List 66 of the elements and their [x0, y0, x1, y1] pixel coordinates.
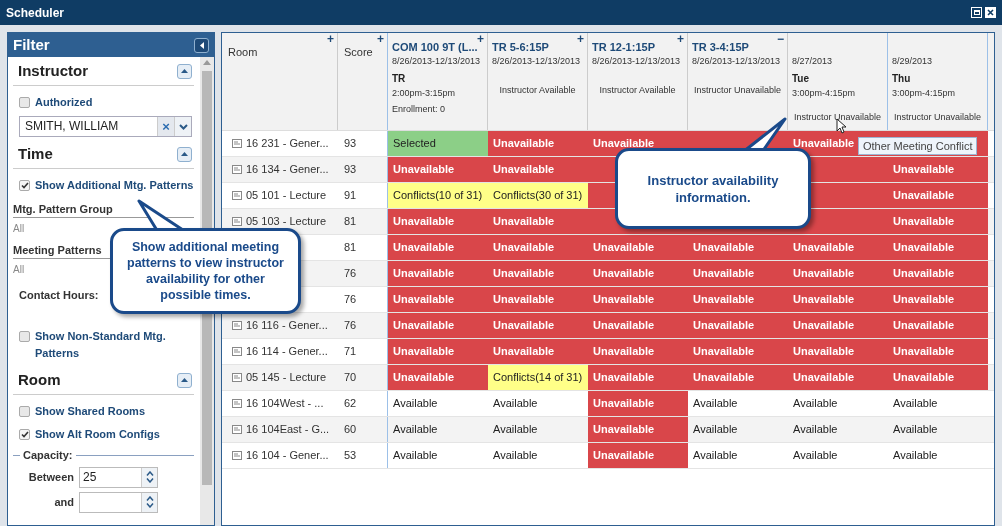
meeting-days: Thu: [892, 71, 911, 87]
room-name: 16 116 - Gener...: [246, 318, 328, 334]
room-name: 16 104East - G...: [246, 422, 330, 438]
header-label: Room: [228, 46, 258, 58]
availability-note: Instructor Unavailable: [793, 110, 881, 124]
date-range: 8/26/2013-12/13/2013: [492, 55, 581, 68]
room-name: 16 114 - Gener...: [246, 344, 328, 360]
checkbox-label: Show Shared Rooms: [35, 404, 146, 419]
section-title: Time: [18, 143, 53, 164]
tooltip: Other Meeting Conflict: [858, 137, 978, 155]
header-label: Score: [344, 46, 373, 58]
column-title: TR 12-1:15P: [592, 40, 655, 55]
date-range: 8/27/2013: [792, 55, 833, 68]
date-range: 8/26/2013-12/13/2013: [592, 55, 681, 68]
score: 60: [344, 422, 357, 438]
room-name: 05 103 - Lecture: [246, 214, 327, 230]
score: 70: [344, 370, 357, 386]
room-name: 16 134 - Gener...: [246, 162, 329, 178]
score: 93: [344, 136, 357, 152]
score: 76: [344, 318, 357, 334]
enrollment: Enrollment: 0: [392, 103, 446, 116]
checkbox-label: Authorized: [35, 95, 93, 110]
score: 81: [344, 240, 357, 256]
availability-note: Instructor Unavailable: [693, 84, 781, 97]
checkbox-label: Show Non-Standard Mtg. Patterns: [35, 329, 167, 361]
score: 71: [344, 344, 357, 360]
availability-note: Instructor Available: [499, 84, 576, 97]
score: 91: [344, 188, 357, 204]
meeting-time: 2:00pm-3:15pm: [392, 87, 456, 100]
section-title: Room: [18, 369, 61, 390]
fieldset-legend: Capacity:: [23, 447, 73, 464]
subsection-title: Meeting Patterns: [13, 243, 102, 257]
room-name: 05 101 - Lecture: [246, 188, 327, 204]
field-label: Contact Hours:: [19, 289, 99, 301]
room-name: 16 104West - ...: [246, 396, 324, 412]
field-label: Between: [28, 469, 74, 485]
window-title: Scheduler: [6, 4, 66, 22]
room-name: 05 145 - Lecture: [246, 370, 327, 386]
date-range: 8/26/2013-12/13/2013: [692, 55, 781, 68]
filter-value: All: [13, 262, 25, 277]
score: 53: [344, 448, 357, 464]
filter-title: Filter: [13, 34, 50, 55]
checkbox-label: Show Alt Room Configs: [35, 427, 160, 442]
meeting-days: TR: [392, 71, 406, 87]
availability-note: Instructor Available: [599, 84, 676, 97]
score: 81: [344, 214, 357, 230]
field-label: and: [54, 494, 74, 510]
score: 93: [344, 162, 357, 178]
column-title: TR 3-4:15P: [692, 40, 749, 55]
meeting-time: 3:00pm-4:15pm: [792, 87, 856, 100]
column-title: TR 5-6:15P: [492, 40, 549, 55]
filter-value: All: [13, 221, 25, 236]
availability-note: Instructor Unavailable: [893, 110, 981, 124]
date-range: 8/26/2013-12/13/2013: [392, 55, 481, 68]
room-name: 16 231 - Gener...: [246, 136, 329, 152]
room-name: 16 104 - Gener...: [246, 448, 329, 464]
meeting-time: 3:00pm-4:15pm: [892, 87, 956, 100]
meeting-days: Tue: [792, 71, 810, 87]
column-title: COM 100 9T (L...: [392, 41, 478, 55]
subsection-title: Mtg. Pattern Group: [13, 202, 113, 216]
checkbox-label: Show Additional Mtg. Patterns: [35, 178, 194, 193]
score: 76: [344, 266, 357, 282]
score: 62: [344, 396, 357, 412]
score: 76: [344, 292, 357, 308]
date-range: 8/29/2013: [892, 55, 933, 68]
section-title: Instructor: [18, 60, 88, 81]
